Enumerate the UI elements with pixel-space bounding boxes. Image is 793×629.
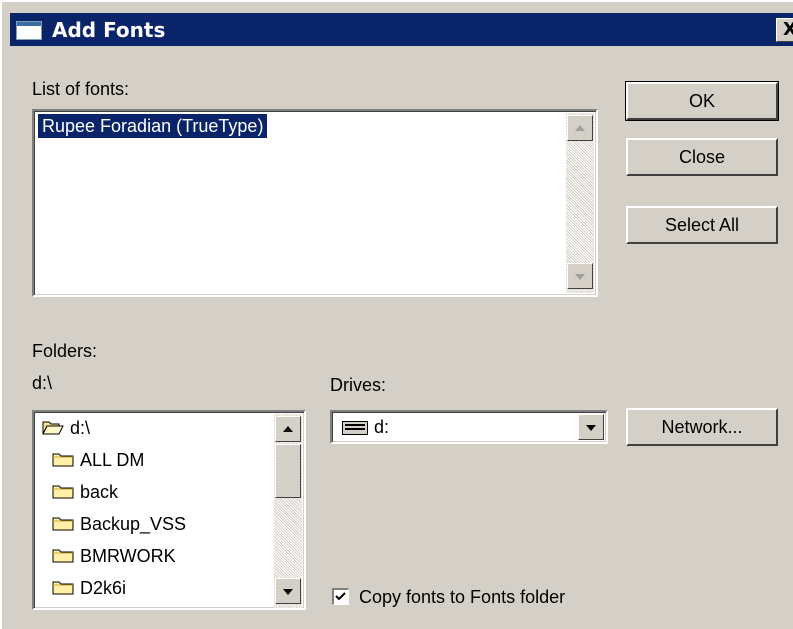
folder-item[interactable]: d:\	[42, 416, 90, 440]
folder-item-label: BMRWORK	[80, 546, 176, 566]
arrow-down-icon	[575, 274, 585, 280]
fonts-listbox[interactable]: Rupee Foradian (TrueType)	[32, 109, 598, 297]
window-title: Add Fonts	[52, 18, 166, 42]
font-list-item[interactable]: Rupee Foradian (TrueType)	[38, 114, 268, 138]
network-button[interactable]: Network...	[626, 408, 778, 446]
fonts-list-label: List of fonts:	[32, 79, 130, 99]
copy-fonts-label[interactable]: Copy fonts to Fonts folder	[359, 586, 565, 608]
ok-button[interactable]: OK	[625, 81, 779, 121]
close-window-button[interactable]: X	[776, 18, 793, 42]
scroll-down-button[interactable]	[567, 263, 593, 289]
folder-item-label: Backup_VSS	[80, 514, 187, 534]
folder-item-label: d:\	[70, 418, 91, 438]
folders-listbox[interactable]: d:\ ALL DM back Backup_VSS BMRWORK D2k6i	[32, 410, 306, 610]
add-fonts-dialog: Add Fonts X List of fonts: Rupee Foradia…	[0, 0, 793, 629]
scroll-down-button[interactable]	[275, 578, 301, 604]
drive-icon	[342, 421, 368, 440]
arrow-down-icon	[283, 589, 293, 595]
folder-item-label: D2k6i	[80, 578, 127, 598]
close-button[interactable]: Close	[626, 138, 778, 176]
copy-fonts-checkbox[interactable]	[332, 588, 349, 605]
scroll-up-button[interactable]	[567, 115, 593, 141]
drives-dropdown[interactable]: d:	[330, 410, 608, 444]
select-all-button[interactable]: Select All	[626, 206, 778, 244]
current-path: d:\	[32, 373, 53, 393]
arrow-up-icon	[283, 426, 293, 432]
fonts-list-scrollbar[interactable]	[566, 113, 594, 293]
folders-scrollbar[interactable]	[274, 414, 302, 608]
folder-icon	[52, 452, 74, 467]
folders-label: Folders:	[32, 341, 98, 361]
scroll-thumb[interactable]	[275, 444, 301, 498]
folder-icon	[52, 548, 74, 563]
folder-item[interactable]: BMRWORK	[52, 544, 176, 568]
window-icon	[16, 21, 42, 40]
folder-item-label: back	[80, 482, 119, 502]
folder-icon	[52, 484, 74, 499]
folder-item[interactable]: D2k6i	[52, 576, 126, 600]
drive-selected-value: d:	[374, 417, 390, 437]
open-folder-icon	[42, 420, 64, 435]
folder-icon	[52, 580, 74, 595]
title-bar[interactable]: Add Fonts X	[10, 13, 793, 46]
scroll-up-button[interactable]	[275, 416, 301, 442]
folder-item-label: ALL DM	[80, 450, 145, 470]
folder-item[interactable]: back	[52, 480, 118, 504]
folder-icon	[52, 516, 74, 531]
drives-dropdown-button[interactable]	[578, 414, 604, 440]
checkmark-icon	[335, 592, 346, 601]
chevron-down-icon	[586, 425, 596, 431]
folder-item[interactable]: Backup_VSS	[52, 512, 186, 536]
drives-label: Drives:	[330, 375, 387, 395]
folder-item[interactable]: ALL DM	[52, 448, 144, 472]
arrow-up-icon	[575, 125, 585, 131]
